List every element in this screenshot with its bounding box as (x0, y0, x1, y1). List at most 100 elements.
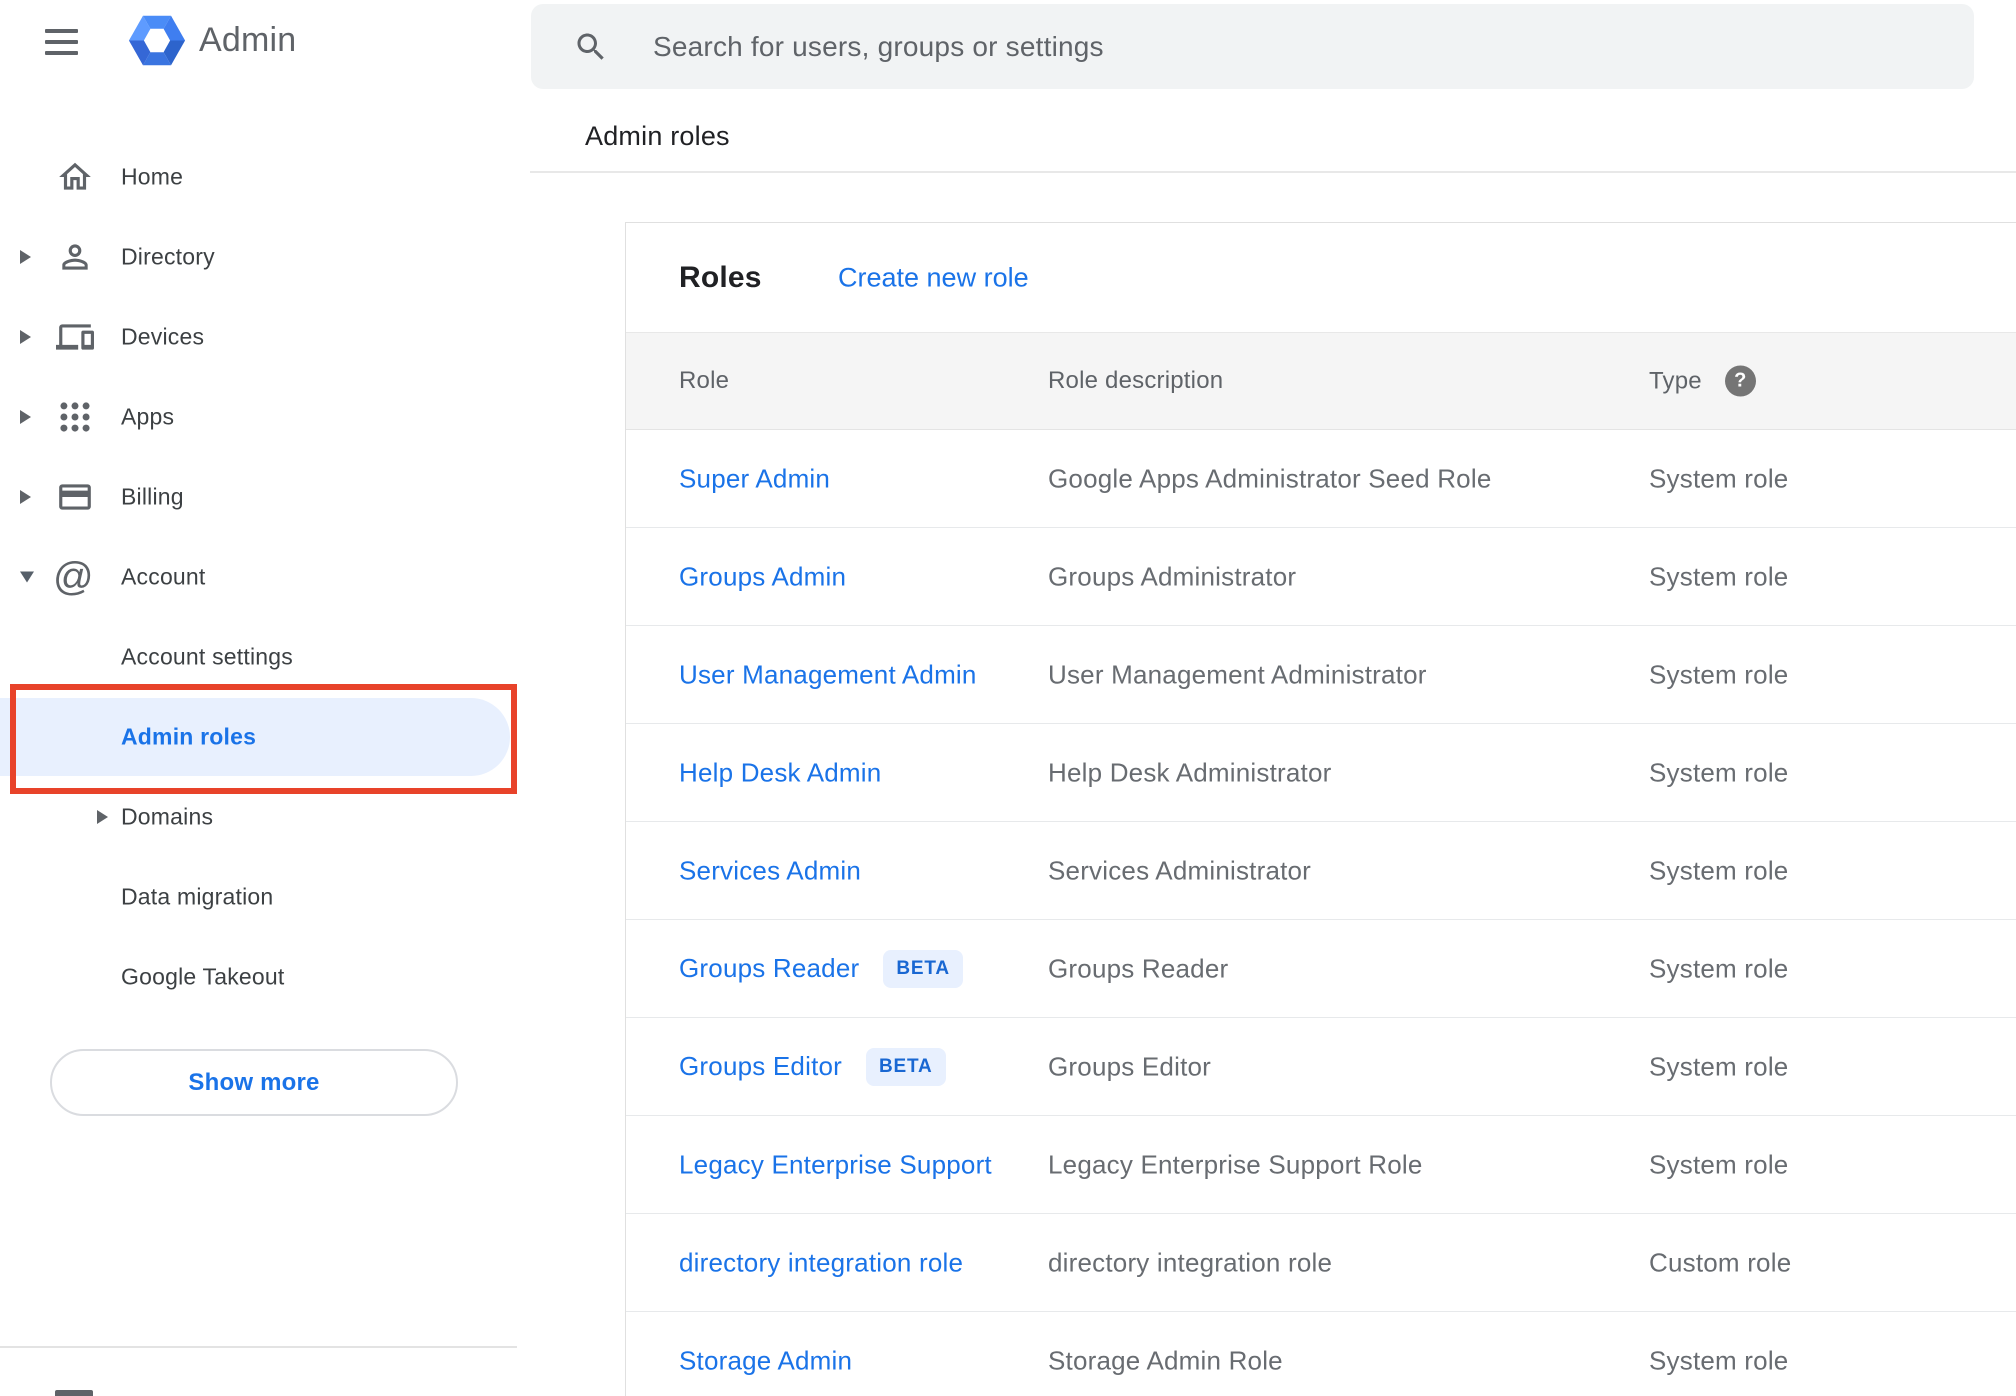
sidebar-item-domains[interactable]: Domains (0, 777, 516, 857)
sidebar-item-home[interactable]: Home (0, 137, 516, 217)
hamburger-bar (45, 40, 78, 44)
table-row: Legacy Enterprise Support Legacy Enterpr… (626, 1116, 2016, 1214)
table-row: Services Admin Services Administrator Sy… (626, 822, 2016, 920)
role-link[interactable]: Services Admin (679, 855, 861, 886)
sidebar-item-apps[interactable]: Apps (0, 377, 516, 457)
sidebar-item-label: Account (121, 563, 206, 590)
role-type: System role (1649, 463, 1789, 493)
role-cell: Groups Editor BETA (679, 1047, 946, 1086)
beta-badge: BETA (866, 1047, 946, 1086)
search-bar[interactable]: Search for users, groups or settings (531, 4, 1974, 89)
sidebar-item-billing[interactable]: Billing (0, 457, 516, 537)
sidebar-item-label: Data migration (121, 883, 274, 910)
roles-table-body: Super Admin Google Apps Administrator Se… (626, 430, 2016, 1396)
sidebar-item-account[interactable]: @ Account (0, 537, 516, 617)
role-cell: directory integration role (679, 1247, 963, 1278)
admin-logo[interactable]: Admin (128, 9, 296, 72)
table-row: directory integration role directory int… (626, 1214, 2016, 1312)
sidebar: Admin Home Directory Devices Apps Billin… (0, 0, 517, 1396)
admin-console: Admin Home Directory Devices Apps Billin… (0, 0, 2016, 1396)
beta-badge: BETA (883, 949, 963, 988)
role-cell: Groups Admin (679, 561, 846, 592)
breadcrumb-divider (530, 171, 2016, 173)
devices-icon (56, 318, 94, 356)
search-icon (573, 29, 609, 65)
role-description: Groups Administrator (1048, 561, 1297, 591)
role-description: User Management Administrator (1048, 659, 1427, 689)
breadcrumb: Admin roles (585, 121, 730, 151)
role-type: System role (1649, 561, 1789, 591)
help-icon[interactable]: ? (1724, 365, 1756, 397)
column-header-type-label: Type (1649, 367, 1702, 394)
column-header-type: Type ? (1649, 365, 1756, 397)
role-link[interactable]: Groups Editor (679, 1051, 842, 1082)
role-type: System role (1649, 1345, 1789, 1375)
roles-panel-header: Roles Create new role (626, 223, 2016, 333)
role-cell: Groups Reader BETA (679, 949, 963, 988)
home-icon (56, 158, 94, 196)
main-content: Search for users, groups or settings Adm… (516, 0, 2016, 1396)
role-link[interactable]: Storage Admin (679, 1345, 852, 1376)
role-type: System role (1649, 855, 1789, 885)
role-type: Custom role (1649, 1247, 1792, 1277)
role-description: Groups Reader (1048, 953, 1229, 983)
admin-hexagon-logo-icon (128, 15, 186, 66)
at-sign-icon: @ (53, 555, 94, 599)
role-description: directory integration role (1048, 1247, 1333, 1277)
role-link[interactable]: Groups Admin (679, 561, 846, 592)
brand-name: Admin (199, 21, 297, 59)
sidebar-item-account-settings[interactable]: Account settings (0, 617, 516, 697)
role-link[interactable]: Legacy Enterprise Support (679, 1149, 992, 1180)
search-placeholder: Search for users, groups or settings (653, 30, 1104, 62)
chevron-right-icon[interactable] (97, 810, 108, 824)
table-header-row: Role Role description Type ? (626, 333, 2016, 430)
hamburger-bar (45, 29, 78, 33)
chevron-down-icon[interactable] (20, 571, 34, 583)
role-type: System role (1649, 659, 1789, 689)
panel-title: Roles (679, 260, 762, 294)
role-description: Help Desk Administrator (1048, 757, 1332, 787)
show-more-button[interactable]: Show more (50, 1049, 458, 1116)
chevron-right-icon[interactable] (20, 490, 31, 504)
sidebar-item-google-takeout[interactable]: Google Takeout (0, 937, 516, 1017)
chevron-right-icon[interactable] (20, 330, 31, 344)
sidebar-divider (0, 1346, 517, 1348)
sidebar-item-label: Directory (121, 243, 215, 270)
role-type: System role (1649, 1149, 1789, 1179)
sidebar-item-directory[interactable]: Directory (0, 217, 516, 297)
create-new-role-link[interactable]: Create new role (838, 262, 1029, 293)
sidebar-item-data-migration[interactable]: Data migration (0, 857, 516, 937)
sidebar-item-label: Home (121, 163, 184, 190)
chevron-right-icon[interactable] (20, 410, 31, 424)
role-link[interactable]: Groups Reader (679, 953, 859, 984)
chevron-right-icon[interactable] (20, 250, 31, 264)
role-type: System role (1649, 1051, 1789, 1081)
role-description: Services Administrator (1048, 855, 1312, 885)
roles-panel: Roles Create new role Role Role descript… (625, 222, 2016, 1396)
sidebar-item-devices[interactable]: Devices (0, 297, 516, 377)
column-header-description: Role description (1048, 367, 1224, 394)
role-cell: Super Admin (679, 463, 830, 494)
column-header-role: Role (679, 367, 730, 394)
table-row: Super Admin Google Apps Administrator Se… (626, 430, 2016, 528)
role-link[interactable]: directory integration role (679, 1247, 963, 1278)
role-cell: Help Desk Admin (679, 757, 881, 788)
table-row: Help Desk Admin Help Desk Administrator … (626, 724, 2016, 822)
role-cell: Services Admin (679, 855, 861, 886)
hamburger-menu-icon[interactable] (45, 29, 78, 55)
sidebar-item-admin-roles[interactable]: Admin roles (0, 697, 516, 777)
table-row: Storage Admin Storage Admin Role System … (626, 1312, 2016, 1396)
hamburger-bar (45, 51, 78, 55)
table-row: Groups Admin Groups Administrator System… (626, 528, 2016, 626)
sidebar-item-label: Account settings (121, 643, 293, 670)
role-description: Groups Editor (1048, 1051, 1212, 1081)
role-link[interactable]: Super Admin (679, 463, 830, 494)
role-link[interactable]: User Management Admin (679, 659, 977, 690)
role-link[interactable]: Help Desk Admin (679, 757, 881, 788)
role-cell: User Management Admin (679, 659, 977, 690)
apps-grid-icon (56, 398, 94, 436)
sidebar-item-label: Domains (121, 803, 214, 830)
role-description: Google Apps Administrator Seed Role (1048, 463, 1492, 493)
clipped-bottom-icon (55, 1390, 93, 1396)
role-cell: Storage Admin (679, 1345, 852, 1376)
